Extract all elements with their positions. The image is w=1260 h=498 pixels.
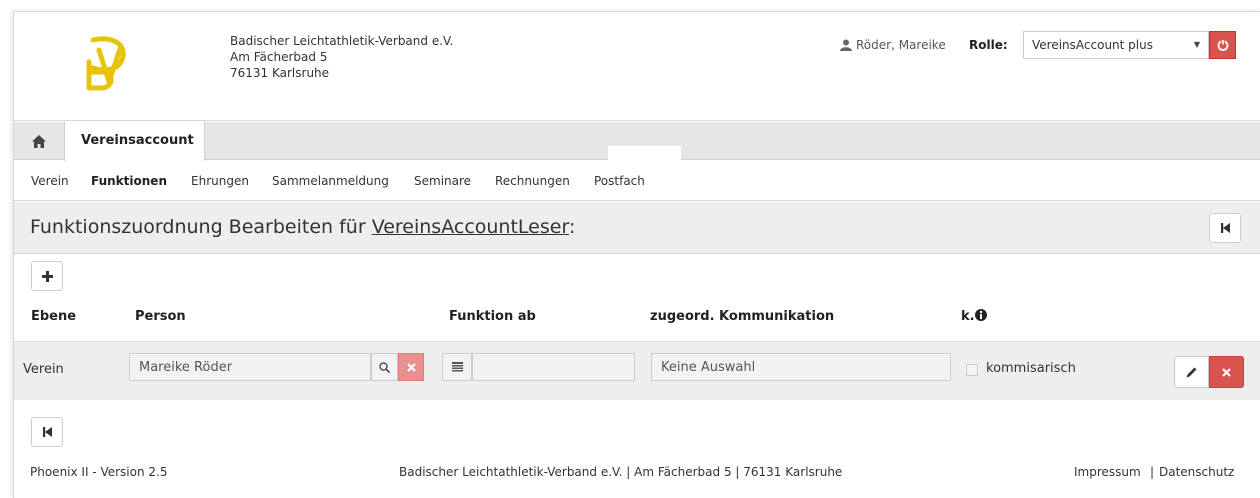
footer-datenschutz-link[interactable]: Datenschutz <box>1159 465 1234 479</box>
kommunikation-select[interactable]: Keine Auswahl <box>651 353 951 381</box>
org-street: Am Fächerbad 5 <box>230 50 328 64</box>
page-title-suffix: : <box>568 216 576 238</box>
step-backward-icon <box>1220 223 1230 233</box>
caret-down-icon: ▼ <box>1193 40 1200 49</box>
user-name: Röder, Mareike <box>856 38 946 52</box>
person-input[interactable]: Mareike Röder <box>129 353 371 381</box>
subnav-sammelanmeldung[interactable]: Sammelanmeldung <box>272 174 389 188</box>
tab-bar: Vereinsaccount <box>14 122 1260 161</box>
tab-ghost <box>608 146 681 161</box>
edit-button[interactable] <box>1174 356 1209 388</box>
role-select-value: VereinsAccount plus <box>1032 38 1153 52</box>
page-title-bar: Funktionszuordnung Bearbeiten für Verein… <box>14 202 1260 254</box>
info-icon[interactable] <box>974 309 987 321</box>
current-user[interactable]: Röder, Mareike <box>840 38 946 52</box>
person-search-button[interactable] <box>371 353 398 381</box>
col-kommissarisch: k. <box>961 309 987 324</box>
date-picker-button[interactable] <box>442 353 472 381</box>
blv-logo[interactable] <box>79 32 131 94</box>
back-button-bottom[interactable] <box>31 417 63 447</box>
delete-button[interactable] <box>1209 356 1244 388</box>
org-name: Badischer Leichtathletik-Verband e.V. <box>230 34 454 48</box>
col-ebene: Ebene <box>31 309 77 324</box>
home-icon <box>32 134 46 148</box>
page-title-link[interactable]: VereinsAccountLeser <box>372 216 569 238</box>
org-city: 76131 Karlsruhe <box>230 66 330 80</box>
footer-address: Badischer Leichtathletik-Verband e.V. | … <box>399 465 843 479</box>
subnav-postfach[interactable]: Postfach <box>594 174 645 188</box>
subnav-verein[interactable]: Verein <box>31 174 69 188</box>
power-icon <box>1217 39 1228 51</box>
role-select[interactable]: VereinsAccount plus ▼ <box>1023 31 1209 59</box>
close-icon <box>1222 367 1231 377</box>
page-title-prefix: Funktionszuordnung Bearbeiten für <box>30 216 372 238</box>
back-button-top[interactable] <box>1209 213 1241 243</box>
funktion-ab-input[interactable] <box>472 353 635 381</box>
subnav-seminare[interactable]: Seminare <box>414 174 471 188</box>
header: Badischer Leichtathletik-Verband e.V. Am… <box>14 12 1260 121</box>
col-k-label: k. <box>961 309 975 324</box>
sub-navigation: Verein Funktionen Ehrungen Sammelanmeldu… <box>14 161 1260 201</box>
subnav-rechnungen[interactable]: Rechnungen <box>495 174 570 188</box>
calendar-icon <box>451 362 463 372</box>
row-ebene: Verein <box>23 362 64 377</box>
close-icon <box>406 362 416 372</box>
table-row: Verein Mareike Röder Keine Auswahl kommi… <box>14 341 1260 400</box>
col-funktion-ab: Funktion ab <box>449 309 536 324</box>
plus-icon <box>41 270 53 282</box>
footer-impressum-link[interactable]: Impressum <box>1074 465 1141 479</box>
tab-home[interactable] <box>14 122 64 160</box>
pencil-icon <box>1186 367 1197 377</box>
col-person: Person <box>135 309 186 324</box>
footer-version: Phoenix II - Version 2.5 <box>30 465 168 479</box>
org-address: Badischer Leichtathletik-Verband e.V. Am… <box>230 33 454 81</box>
step-backward-icon <box>42 427 52 437</box>
footer-separator: | <box>1150 465 1155 479</box>
search-icon <box>379 361 390 373</box>
page-title: Funktionszuordnung Bearbeiten für Verein… <box>30 216 575 238</box>
person-clear-button[interactable] <box>398 353 424 381</box>
col-kommunikation: zugeord. Kommunikation <box>650 309 835 324</box>
kommissarisch-checkbox[interactable] <box>966 364 978 376</box>
kommissarisch-label[interactable]: kommisarisch <box>986 361 1076 376</box>
app-frame: Badischer Leichtathletik-Verband e.V. Am… <box>13 11 1260 498</box>
user-icon <box>840 39 852 51</box>
subnav-ehrungen[interactable]: Ehrungen <box>191 174 249 188</box>
subnav-funktionen[interactable]: Funktionen <box>91 174 167 188</box>
add-button[interactable] <box>31 261 63 291</box>
logout-button[interactable] <box>1209 31 1236 59</box>
role-label: Rolle: <box>969 38 1008 52</box>
tab-vereinsaccount[interactable]: Vereinsaccount <box>64 122 205 161</box>
